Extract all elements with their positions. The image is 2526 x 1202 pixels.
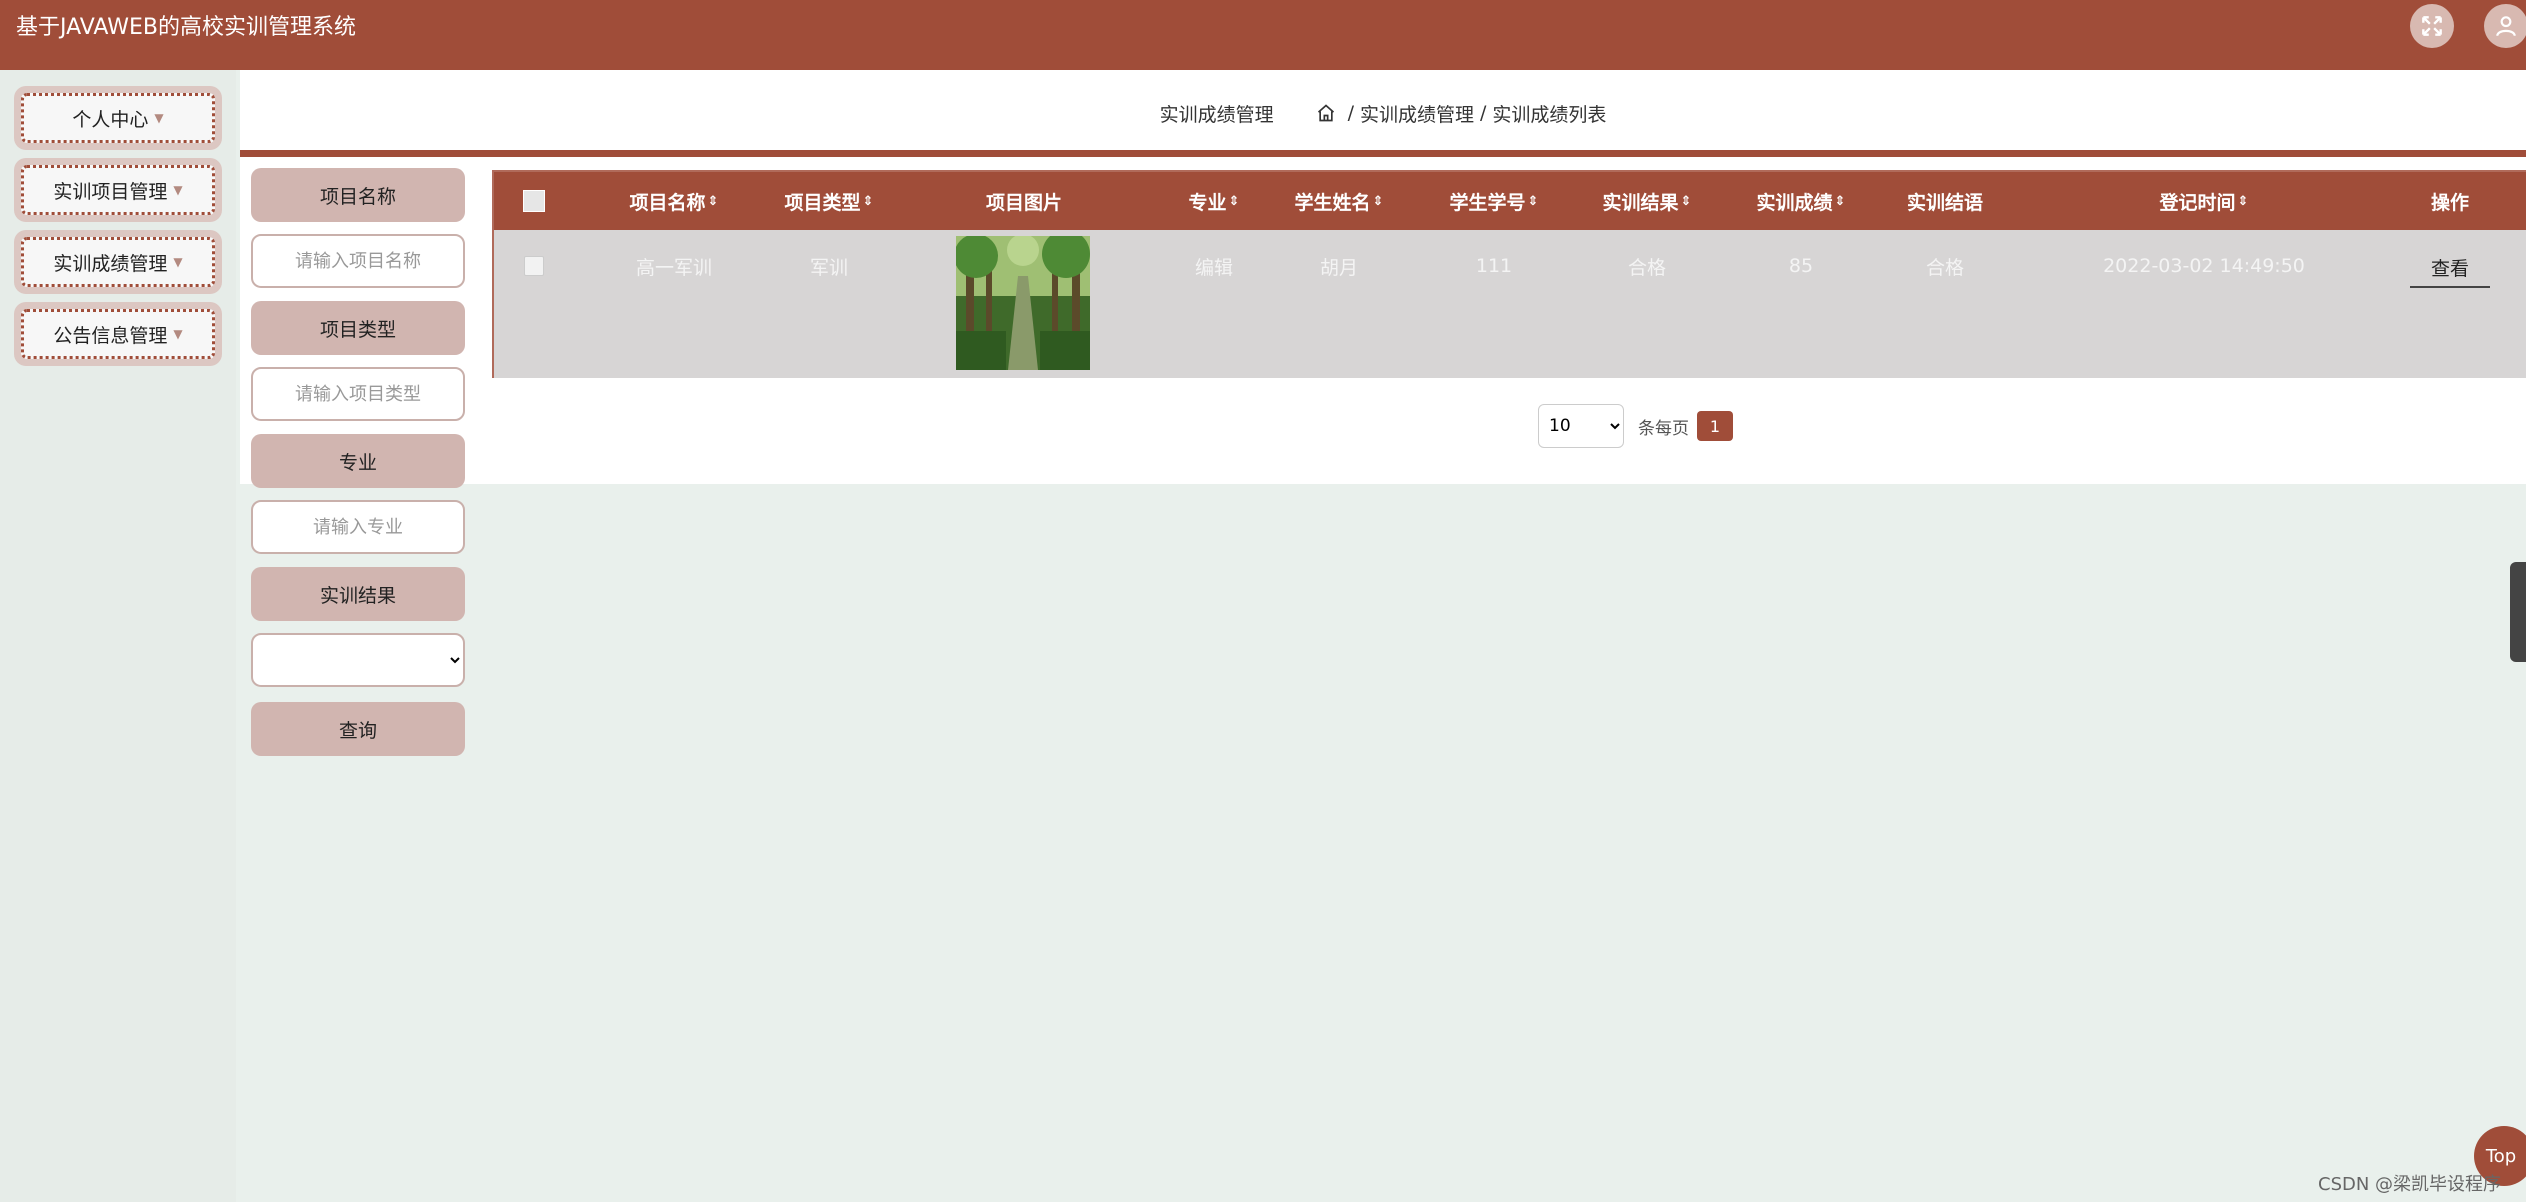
- cell-project-name: 高一军训: [635, 256, 712, 279]
- caret-down-icon: ▼: [173, 255, 183, 269]
- app-title: 基于JAVAWEB的高校实训管理系统: [16, 15, 356, 40]
- column-header[interactable]: 项目类型 ⇕: [759, 172, 899, 230]
- pagination: 10 条每页 1: [1538, 404, 1733, 448]
- column-header[interactable]: 实训结果 ⇕: [1577, 172, 1717, 230]
- sort-icon: ⇕: [862, 193, 874, 209]
- cell-score: 85: [1788, 255, 1814, 277]
- sidebar-item-label: 个人中心: [72, 108, 149, 131]
- column-header: 操作: [2430, 191, 2469, 214]
- breadcrumb-item: 实训成绩列表: [1492, 103, 1607, 126]
- side-drawer-handle[interactable]: [2510, 562, 2526, 662]
- cell-time: 2022-03-02 14:49:50: [2103, 255, 2305, 277]
- sidebar-item-personal-center[interactable]: 个人中心 ▼: [14, 86, 222, 150]
- column-header[interactable]: 学生学号 ⇕: [1424, 172, 1564, 230]
- sort-icon: ⇕: [1372, 193, 1384, 209]
- column-header: 项目图片: [985, 191, 1062, 214]
- per-page-label: 条每页: [1638, 418, 1689, 439]
- sort-icon: ⇕: [1680, 193, 1692, 209]
- project-type-input[interactable]: [251, 367, 465, 421]
- cell-project-type: 军训: [809, 256, 848, 279]
- page-size-select[interactable]: 10: [1538, 404, 1624, 448]
- sort-icon: ⇕: [707, 193, 719, 209]
- page-title: 实训成绩管理: [1159, 103, 1274, 126]
- major-label: 专业: [251, 434, 465, 488]
- caret-down-icon: ▼: [154, 111, 164, 125]
- cell-summary: 合格: [1925, 256, 1964, 279]
- breadcrumb-item[interactable]: 实训成绩管理: [1360, 100, 1474, 127]
- cell-result: 合格: [1627, 256, 1666, 279]
- view-button[interactable]: 查看: [2410, 248, 2490, 288]
- cell-student-name: 胡月: [1319, 256, 1358, 279]
- project-image[interactable]: [956, 236, 1090, 370]
- sort-icon: ⇕: [1834, 193, 1846, 209]
- breadcrumb: 实训成绩管理 / 实训成绩管理 / 实训成绩列表: [240, 82, 2526, 144]
- column-header[interactable]: 专业 ⇕: [1154, 172, 1274, 230]
- top-header: 基于JAVAWEB的高校实训管理系统: [0, 0, 2526, 70]
- sidebar-item-project-management[interactable]: 实训项目管理 ▼: [14, 158, 222, 222]
- major-input[interactable]: [251, 500, 465, 554]
- table-row: 高一军训 军训 编辑 胡月 111 合格 85 合格 2022-03-02 14…: [494, 230, 2526, 378]
- sort-icon: ⇕: [2237, 193, 2249, 209]
- home-icon[interactable]: [1316, 103, 1336, 123]
- sidebar-item-label: 公告信息管理: [53, 324, 168, 347]
- query-button[interactable]: 查询: [251, 702, 465, 756]
- breadcrumb-separator: /: [1480, 102, 1487, 124]
- page-number-button[interactable]: 1: [1697, 411, 1733, 441]
- column-header: 实训结语: [1906, 191, 1983, 214]
- sort-icon: ⇕: [1228, 193, 1240, 209]
- column-header[interactable]: 项目名称 ⇕: [604, 172, 744, 230]
- column-header[interactable]: 实训成绩 ⇕: [1731, 172, 1871, 230]
- sort-icon: ⇕: [1527, 193, 1539, 209]
- result-label: 实训结果: [251, 567, 465, 621]
- cell-student-id: 111: [1475, 255, 1513, 277]
- sidebar-item-label: 实训项目管理: [53, 180, 168, 203]
- divider: [240, 150, 2526, 157]
- column-header[interactable]: 登记时间 ⇕: [2094, 172, 2314, 230]
- sidebar: 个人中心 ▼ 实训项目管理 ▼ 实训成绩管理 ▼ 公告信息管理 ▼: [0, 70, 236, 1202]
- cell-major: 编辑: [1194, 256, 1233, 279]
- project-type-label: 项目类型: [251, 301, 465, 355]
- project-name-label: 项目名称: [251, 168, 465, 222]
- caret-down-icon: ▼: [173, 327, 183, 341]
- table-header: 项目名称 ⇕ 项目类型 ⇕ 项目图片 专业 ⇕ 学生姓名 ⇕ 学生学号 ⇕ 实训结果 ⇕ 实…: [494, 172, 2526, 230]
- sidebar-item-score-management[interactable]: 实训成绩管理 ▼: [14, 230, 222, 294]
- row-checkbox[interactable]: [494, 230, 574, 302]
- select-all-checkbox[interactable]: [494, 172, 574, 230]
- sidebar-item-notice-management[interactable]: 公告信息管理 ▼: [14, 302, 222, 366]
- breadcrumb-separator: /: [1347, 102, 1354, 124]
- sidebar-item-label: 实训成绩管理: [53, 252, 168, 275]
- score-table: 项目名称 ⇕ 项目类型 ⇕ 项目图片 专业 ⇕ 学生姓名 ⇕ 学生学号 ⇕ 实训结果 ⇕ 实…: [492, 170, 2526, 378]
- caret-down-icon: ▼: [173, 183, 183, 197]
- project-name-input[interactable]: [251, 234, 465, 288]
- user-icon[interactable]: [2484, 4, 2526, 48]
- fullscreen-icon[interactable]: [2410, 4, 2454, 48]
- result-select[interactable]: [251, 633, 465, 687]
- watermark: CSDN @梁凯毕设程序: [2318, 1174, 2502, 1195]
- column-header[interactable]: 学生姓名 ⇕: [1269, 172, 1409, 230]
